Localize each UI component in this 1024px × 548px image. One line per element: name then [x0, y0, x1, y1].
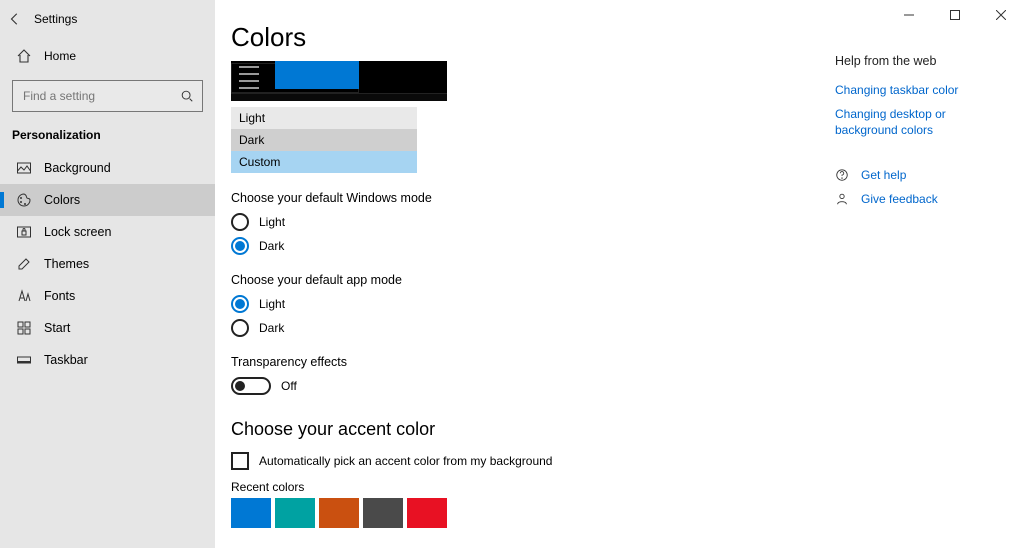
help-link-taskbar-color[interactable]: Changing taskbar color	[835, 82, 1007, 98]
recent-colors-heading: Recent colors	[231, 480, 811, 494]
help-icon	[835, 168, 849, 182]
window-chrome	[886, 0, 1024, 30]
color-swatch[interactable]	[275, 498, 315, 528]
color-swatch[interactable]	[319, 498, 359, 528]
taskbar-icon	[16, 352, 32, 368]
nav-item-label: Fonts	[44, 289, 75, 303]
checkbox-icon	[231, 452, 249, 470]
nav-item-label: Background	[44, 161, 111, 175]
back-icon[interactable]	[8, 12, 22, 26]
nav-item-colors[interactable]: Colors	[0, 184, 215, 216]
minimize-icon	[904, 10, 914, 20]
nav-item-themes[interactable]: Themes	[0, 248, 215, 280]
app-mode-dark[interactable]: Dark	[231, 319, 811, 337]
page-title: Colors	[231, 22, 811, 53]
content-area: Colors Light Dark Custom Choose your def…	[215, 0, 1024, 548]
transparency-toggle-row: Off	[231, 377, 811, 395]
radio-label: Light	[259, 215, 285, 229]
feedback-icon	[835, 192, 849, 206]
nav-item-fonts[interactable]: Fonts	[0, 280, 215, 312]
app-mode-light[interactable]: Light	[231, 295, 811, 313]
typography-icon	[16, 288, 32, 304]
get-help-link[interactable]: Get help	[861, 167, 906, 183]
app-title: Settings	[34, 12, 77, 26]
windows-mode-heading: Choose your default Windows mode	[231, 191, 811, 205]
sidebar-header: Settings	[0, 0, 215, 38]
palette-icon	[16, 192, 32, 208]
picture-icon	[16, 160, 32, 176]
option-label: Light	[239, 111, 265, 125]
color-mode-listbox[interactable]: Light Dark Custom	[231, 107, 417, 173]
nav-item-label: Taskbar	[44, 353, 88, 367]
radio-icon	[231, 319, 249, 337]
radio-icon	[231, 213, 249, 231]
radio-label: Dark	[259, 239, 284, 253]
color-swatch[interactable]	[363, 498, 403, 528]
close-icon	[996, 10, 1006, 20]
sidebar: Settings Home Personalization Background…	[0, 0, 215, 548]
maximize-icon	[950, 10, 960, 20]
radio-icon	[231, 295, 249, 313]
help-link-desktop-colors[interactable]: Changing desktop or background colors	[835, 106, 1007, 138]
home-icon	[16, 48, 32, 64]
windows-mode-dark[interactable]: Dark	[231, 237, 811, 255]
color-mode-option-custom[interactable]: Custom	[231, 151, 417, 173]
checkbox-label: Automatically pick an accent color from …	[259, 454, 552, 468]
main-panel: Colors Light Dark Custom Choose your def…	[215, 0, 835, 548]
nav-home-label: Home	[44, 49, 76, 63]
support-links: Get help Give feedback	[835, 167, 1007, 207]
nav-item-lockscreen[interactable]: Lock screen	[0, 216, 215, 248]
color-mode-option-light[interactable]: Light	[231, 107, 417, 129]
color-mode-option-dark[interactable]: Dark	[231, 129, 417, 151]
nav-item-label: Themes	[44, 257, 89, 271]
radio-label: Light	[259, 297, 285, 311]
nav-item-label: Start	[44, 321, 70, 335]
pencil-icon	[16, 256, 32, 272]
radio-label: Dark	[259, 321, 284, 335]
nav-item-label: Lock screen	[44, 225, 111, 239]
auto-accent-row[interactable]: Automatically pick an accent color from …	[231, 452, 811, 470]
close-button[interactable]	[978, 0, 1024, 30]
nav-item-taskbar[interactable]: Taskbar	[0, 344, 215, 376]
give-feedback-link[interactable]: Give feedback	[861, 191, 938, 207]
search-box[interactable]	[12, 80, 203, 112]
maximize-button[interactable]	[932, 0, 978, 30]
transparency-heading: Transparency effects	[231, 355, 811, 369]
help-panel: Help from the web Changing taskbar color…	[835, 0, 1015, 548]
recent-colors	[231, 498, 811, 528]
color-swatch[interactable]	[231, 498, 271, 528]
nav-section-header: Personalization	[0, 124, 215, 152]
app-mode-heading: Choose your default app mode	[231, 273, 811, 287]
minimize-button[interactable]	[886, 0, 932, 30]
get-help-row[interactable]: Get help	[835, 167, 1007, 183]
help-heading: Help from the web	[835, 54, 1007, 68]
nav-item-background[interactable]: Background	[0, 152, 215, 184]
windows-mode-light[interactable]: Light	[231, 213, 811, 231]
search-input[interactable]	[21, 88, 194, 104]
transparency-toggle[interactable]	[231, 377, 271, 395]
accent-heading: Choose your accent color	[231, 419, 811, 440]
color-preview	[231, 61, 447, 101]
lock-icon	[16, 224, 32, 240]
nav-list: Background Colors Lock screen Themes	[0, 152, 215, 376]
option-label: Custom	[239, 155, 280, 169]
color-swatch[interactable]	[407, 498, 447, 528]
nav-home[interactable]: Home	[0, 38, 215, 74]
grid-icon	[16, 320, 32, 336]
search-icon	[180, 89, 194, 103]
toggle-state-label: Off	[281, 379, 297, 393]
give-feedback-row[interactable]: Give feedback	[835, 191, 1007, 207]
nav-item-start[interactable]: Start	[0, 312, 215, 344]
nav-item-label: Colors	[44, 193, 80, 207]
option-label: Dark	[239, 133, 264, 147]
radio-icon	[231, 237, 249, 255]
